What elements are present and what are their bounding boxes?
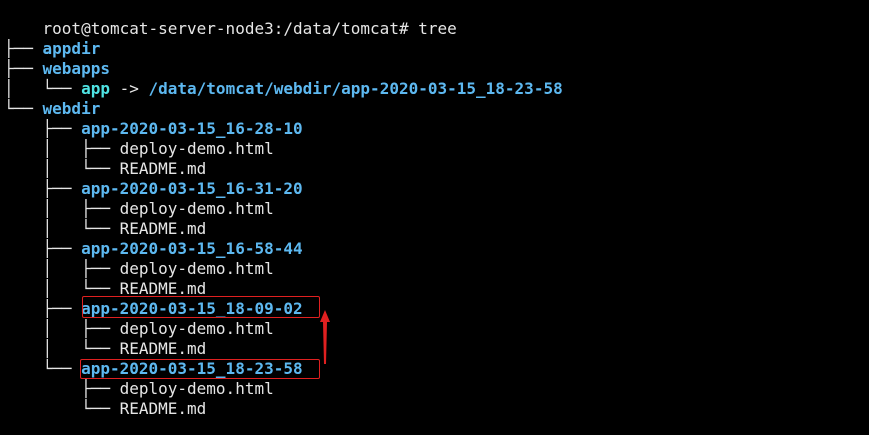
file-label-readme: README.md	[119, 339, 207, 358]
dir-label-webapps: webapps	[42, 59, 110, 78]
tree-branch-connector: └──	[4, 359, 82, 378]
symlink-target-path: /data/tomcat/webdir/app-2020-03-15_18-23…	[148, 79, 563, 98]
tree-branch-connector: ├──	[4, 179, 82, 198]
tree-branch-connector: │ ├──	[4, 199, 120, 218]
tree-branch-connector: └──	[4, 99, 43, 118]
dir-label-appdir: appdir	[42, 39, 101, 58]
tree-item-release: ├── app-2020-03-15_16-28-10	[4, 119, 303, 139]
tree-item-file: │ └── README.md	[4, 159, 207, 179]
prompt-command-text: root@tomcat-server-node3:/data/tomcat# t…	[42, 19, 457, 38]
tree-item-file: │ ├── deploy-demo.html	[4, 319, 274, 339]
tree-item-app-symlink: │ └── app -> /data/tomcat/webdir/app-202…	[4, 79, 563, 99]
file-label-deploy-demo: deploy-demo.html	[119, 199, 274, 218]
highlight-box-previous-release	[82, 296, 320, 318]
file-label-deploy-demo: deploy-demo.html	[119, 139, 274, 158]
symlink-label-app: app	[81, 79, 110, 98]
file-label-readme: README.md	[119, 399, 207, 418]
tree-branch-connector: ├──	[4, 39, 43, 58]
tree-branch-connector: ├──	[4, 59, 43, 78]
release-dir-label: app-2020-03-15_16-28-10	[81, 119, 303, 138]
tree-branch-connector: └──	[4, 399, 120, 418]
tree-branch-connector: │ └──	[4, 79, 82, 98]
terminal-window[interactable]: root@tomcat-server-node3:/data/tomcat# t…	[0, 0, 869, 435]
tree-branch-connector: │ └──	[4, 159, 120, 178]
file-label-readme: README.md	[119, 219, 207, 238]
tree-item-file: │ └── README.md	[4, 339, 207, 359]
tree-item-webapps: ├── webapps	[4, 59, 110, 79]
red-arrow-up-icon	[320, 310, 330, 364]
tree-branch-connector: │ └──	[4, 339, 120, 358]
tree-branch-connector: ├──	[4, 299, 82, 318]
tree-item-webdir: └── webdir	[4, 99, 100, 119]
shell-prompt-line: root@tomcat-server-node3:/data/tomcat# t…	[4, 0, 457, 38]
symlink-arrow: ->	[109, 79, 149, 98]
tree-branch-connector: │ ├──	[4, 259, 120, 278]
tree-branch-connector: │ ├──	[4, 319, 120, 338]
tree-item-file: │ ├── deploy-demo.html	[4, 199, 274, 219]
file-label-deploy-demo: deploy-demo.html	[119, 259, 274, 278]
tree-branch-connector: │ ├──	[4, 139, 120, 158]
tree-item-file: └── README.md	[4, 399, 206, 419]
tree-item-file: │ ├── deploy-demo.html	[4, 139, 274, 159]
tree-item-file: │ └── README.md	[4, 219, 207, 239]
tree-root-dot: .	[4, 19, 53, 58]
highlight-box-current-release	[80, 359, 320, 379]
tree-item-appdir: ├── appdir	[4, 39, 100, 59]
file-label-deploy-demo: deploy-demo.html	[119, 319, 274, 338]
tree-item-file: │ ├── deploy-demo.html	[4, 259, 274, 279]
dir-label-webdir: webdir	[42, 99, 101, 118]
tree-branch-connector: ├──	[4, 119, 82, 138]
file-label-readme: README.md	[119, 159, 207, 178]
release-dir-label: app-2020-03-15_16-58-44	[81, 239, 303, 258]
release-dir-label: app-2020-03-15_16-31-20	[81, 179, 303, 198]
tree-item-release: ├── app-2020-03-15_16-31-20	[4, 179, 303, 199]
tree-branch-connector: ├──	[4, 239, 82, 258]
tree-branch-connector: │ └──	[4, 219, 120, 238]
tree-branch-connector: ├──	[4, 379, 120, 398]
file-label-deploy-demo: deploy-demo.html	[119, 379, 274, 398]
tree-item-file: ├── deploy-demo.html	[4, 379, 274, 399]
tree-item-release: ├── app-2020-03-15_16-58-44	[4, 239, 303, 259]
